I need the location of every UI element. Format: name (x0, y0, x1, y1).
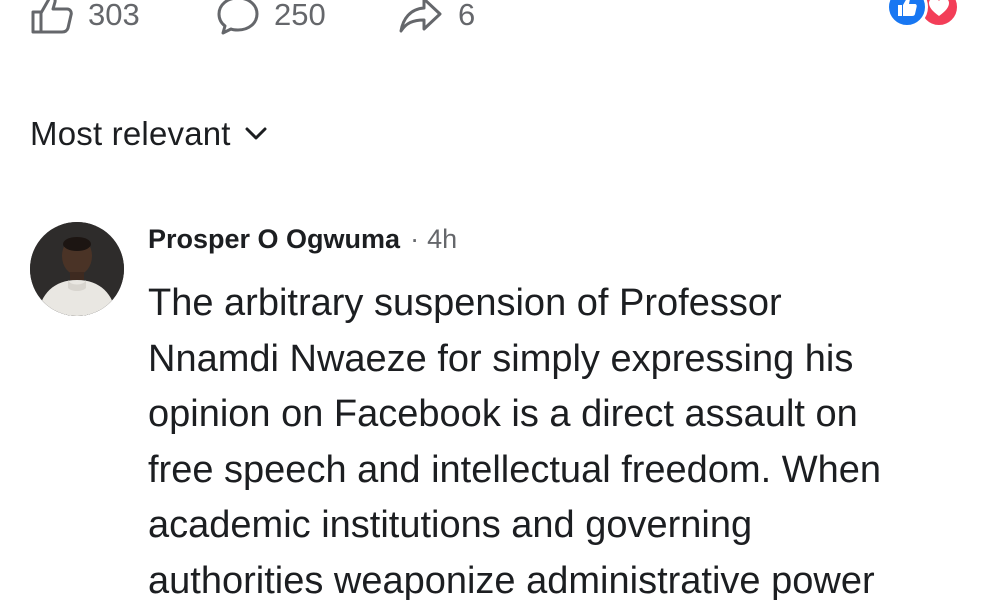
comment-text-line: Nnamdi Nwaeze for simply expressing his (148, 337, 854, 380)
comment-text-line: academic institutions and governing (148, 504, 753, 546)
comment-author[interactable]: Prosper O Ogwuma (148, 224, 400, 255)
comment-timestamp[interactable]: 4h (427, 224, 457, 255)
avatar[interactable] (30, 222, 124, 316)
comment-text-line: free speech and intellectual freedom. Wh… (148, 448, 881, 491)
share-button[interactable]: 6 (398, 0, 475, 38)
share-count: 6 (458, 0, 476, 32)
comment-icon (216, 0, 260, 36)
engagement-bar: 303 250 6 (0, 0, 1000, 38)
thumbs-up-icon (30, 0, 74, 35)
like-reaction-icon (886, 0, 928, 28)
sort-label: Most relevant (30, 115, 231, 152)
comment-count: 250 (274, 0, 326, 32)
comment-text-line: authorities weaponize administrative pow… (148, 559, 875, 600)
chevron-down-icon (245, 127, 267, 146)
post-comments-view: 303 250 6 Most relevant Prosper O Ogwuma… (0, 0, 1000, 600)
comment-text-line: The arbitrary suspension of Professor (148, 282, 782, 324)
like-count: 303 (88, 0, 140, 32)
comment-button[interactable]: 250 (216, 0, 326, 38)
comment-header: Prosper O Ogwuma · 4h (148, 224, 457, 260)
reaction-summary[interactable] (886, 0, 970, 30)
comment-text: The arbitrary suspension of Professor Nn… (148, 276, 988, 600)
comment-text-line: opinion on Facebook is a direct assault … (148, 393, 858, 435)
like-button[interactable]: 303 (30, 0, 140, 38)
separator-dot: · (410, 224, 420, 254)
share-icon (398, 0, 444, 35)
comment-sort-dropdown[interactable]: Most relevant (30, 112, 267, 156)
